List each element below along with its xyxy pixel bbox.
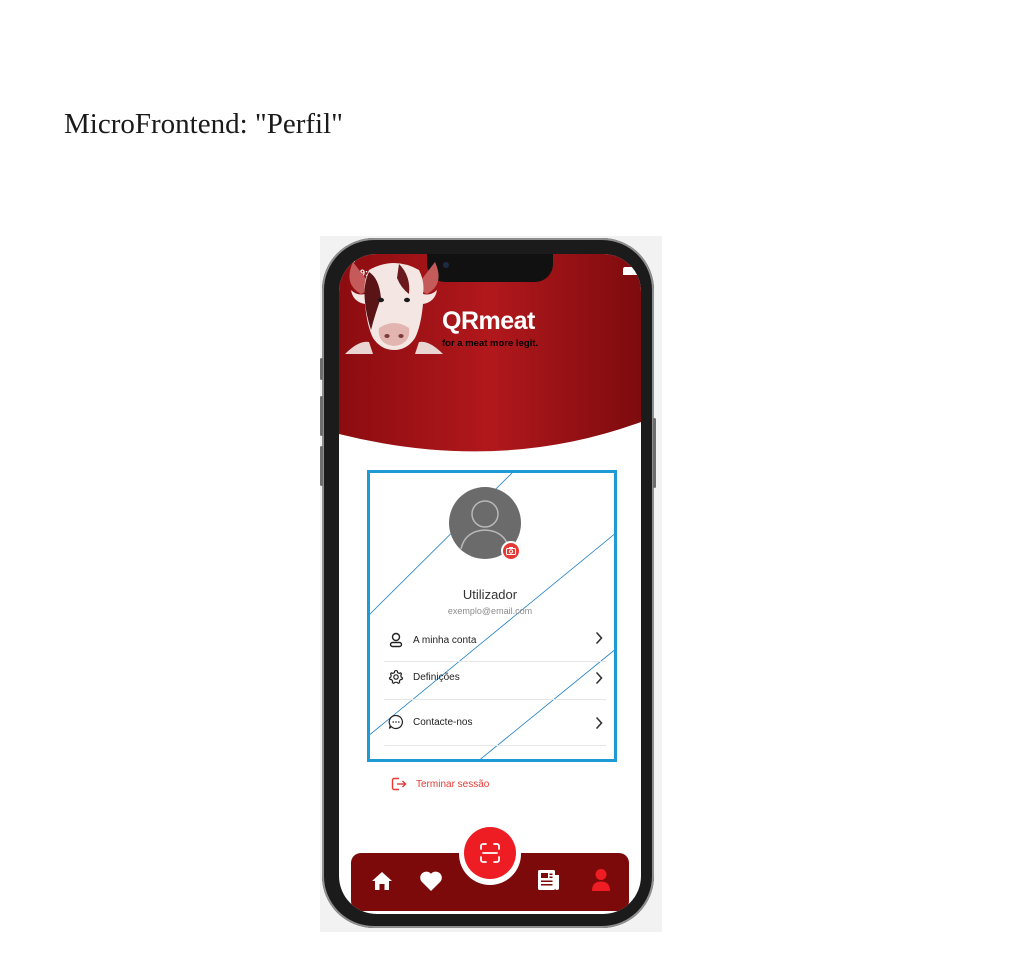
chevron-right-icon (596, 717, 603, 729)
battery-icon (623, 267, 641, 275)
profile-email: exemplo@email.com (447, 606, 533, 616)
phone-frame: 9:41 (320, 238, 656, 928)
brand-tagline: for a meat more legit. (442, 338, 539, 349)
menu-item-label: A minha conta (413, 634, 477, 646)
menu-item-label: Contacte-nos (413, 716, 473, 728)
chevron-right-icon (596, 632, 603, 644)
home-icon[interactable] (371, 870, 393, 892)
cow-logo-icon (345, 262, 443, 354)
menu-divider (384, 661, 606, 662)
menu-divider (384, 745, 606, 746)
logout-icon (391, 777, 407, 791)
document-title: MicroFrontend: "Perfil" (64, 108, 343, 140)
chat-icon (387, 713, 405, 731)
menu-item-settings[interactable]: Definições (387, 664, 603, 690)
menu-item-label: Definições (413, 671, 460, 683)
news-icon[interactable] (537, 869, 561, 891)
profile-icon[interactable] (591, 868, 611, 892)
camera-icon (506, 547, 516, 555)
menu-divider (384, 699, 606, 700)
scan-button[interactable] (464, 827, 516, 879)
profile-header: 9:41 (339, 254, 641, 454)
change-photo-button[interactable] (501, 541, 521, 561)
volume-up-button (320, 396, 323, 436)
power-button (653, 418, 656, 488)
user-icon (387, 631, 405, 649)
volume-down-button (320, 446, 323, 486)
heart-icon[interactable] (419, 870, 443, 892)
phone-mockup: 9:41 (320, 236, 662, 932)
profile-name: Utilizador (462, 587, 518, 602)
logout-label: Terminar sessão (416, 778, 490, 790)
gear-icon (387, 668, 405, 686)
phone-screen: 9:41 (339, 254, 641, 914)
brand-logo-text: QRmeat (442, 307, 535, 335)
menu-item-my-account[interactable]: A minha conta (387, 627, 603, 653)
chevron-right-icon (596, 672, 603, 684)
logout-button[interactable]: Terminar sessão (391, 777, 489, 791)
scan-icon (480, 843, 500, 863)
menu-item-contact-us[interactable]: Contacte-nos (387, 709, 603, 735)
mute-switch (320, 358, 323, 380)
